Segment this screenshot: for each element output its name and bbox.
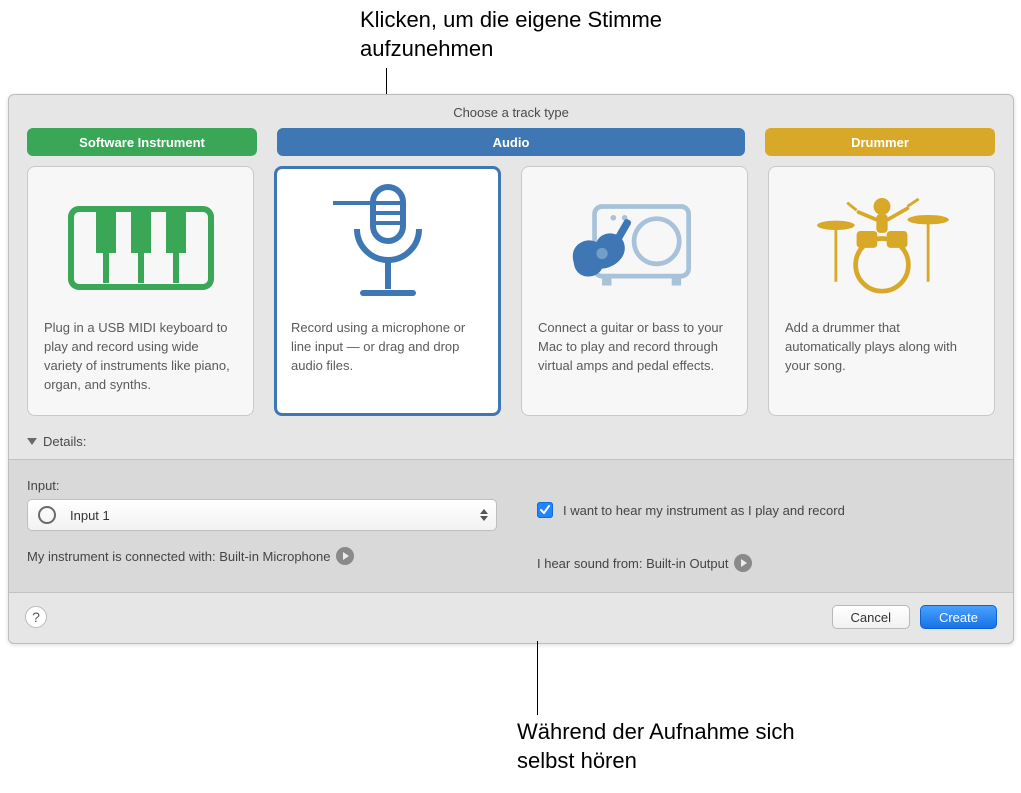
annotation-top: Klicken, um die eigene Stimme aufzunehme… <box>360 6 760 63</box>
help-button[interactable]: ? <box>25 606 47 628</box>
input-value: Input 1 <box>70 508 110 523</box>
card-drummer[interactable]: Add a drummer that automatically plays a… <box>768 166 995 416</box>
card-software-desc: Plug in a USB MIDI keyboard to play and … <box>44 319 237 394</box>
dialog-title: Choose a track type <box>9 95 1013 128</box>
monitoring-checkbox-row: I want to hear my instrument as I play a… <box>537 502 995 518</box>
annotation-line-bottom <box>537 641 538 715</box>
card-row: Plug in a USB MIDI keyboard to play and … <box>9 156 1013 430</box>
create-button[interactable]: Create <box>920 605 997 629</box>
annotation-bottom-text: Während der Aufnahme sich selbst hören <box>517 719 795 773</box>
details-label: Details: <box>43 434 86 449</box>
card-microphone[interactable]: Record using a microphone or line input … <box>274 166 501 416</box>
instrument-connection-arrow-icon[interactable] <box>336 547 354 565</box>
track-type-dialog: Choose a track type Software Instrument … <box>8 94 1014 644</box>
annotation-top-text: Klicken, um die eigene Stimme aufzunehme… <box>360 7 662 61</box>
details-left: Input: Input 1 My instrument is connecte… <box>27 478 497 572</box>
details-toggle[interactable]: Details: <box>9 430 1013 459</box>
cancel-button[interactable]: Cancel <box>832 605 910 629</box>
mono-input-icon <box>38 506 56 524</box>
monitoring-checkbox[interactable] <box>537 502 553 518</box>
annotation-bottom: Während der Aufnahme sich selbst hören <box>517 718 837 775</box>
guitar-amp-icon <box>555 181 715 311</box>
instrument-connection-row: My instrument is connected with: Built-i… <box>27 547 497 565</box>
tab-drummer[interactable]: Drummer <box>765 128 995 156</box>
button-bar: ? Cancel Create <box>9 593 1013 643</box>
input-select[interactable]: Input 1 <box>27 499 497 531</box>
card-guitar[interactable]: Connect a guitar or bass to your Mac to … <box>521 166 748 416</box>
select-arrows-icon <box>480 509 488 521</box>
tab-software-instrument[interactable]: Software Instrument <box>27 128 257 156</box>
tab-row: Software Instrument Audio Drummer <box>9 128 1013 156</box>
tab-audio[interactable]: Audio <box>277 128 745 156</box>
drummer-icon <box>802 181 962 311</box>
keyboard-icon <box>61 181 221 311</box>
input-label: Input: <box>27 478 497 493</box>
output-arrow-icon[interactable] <box>734 554 752 572</box>
details-right: I want to hear my instrument as I play a… <box>537 478 995 572</box>
check-icon <box>539 504 551 516</box>
chevron-down-icon <box>27 438 37 445</box>
output-text: I hear sound from: Built-in Output <box>537 556 728 571</box>
monitoring-label: I want to hear my instrument as I play a… <box>563 503 845 518</box>
output-row: I hear sound from: Built-in Output <box>537 554 995 572</box>
card-microphone-desc: Record using a microphone or line input … <box>291 319 484 376</box>
card-software-instrument[interactable]: Plug in a USB MIDI keyboard to play and … <box>27 166 254 416</box>
card-guitar-desc: Connect a guitar or bass to your Mac to … <box>538 319 731 376</box>
instrument-connection-text: My instrument is connected with: Built-i… <box>27 549 330 564</box>
card-drummer-desc: Add a drummer that automatically plays a… <box>785 319 978 376</box>
details-panel: Input: Input 1 My instrument is connecte… <box>9 459 1013 593</box>
microphone-icon <box>308 181 468 311</box>
